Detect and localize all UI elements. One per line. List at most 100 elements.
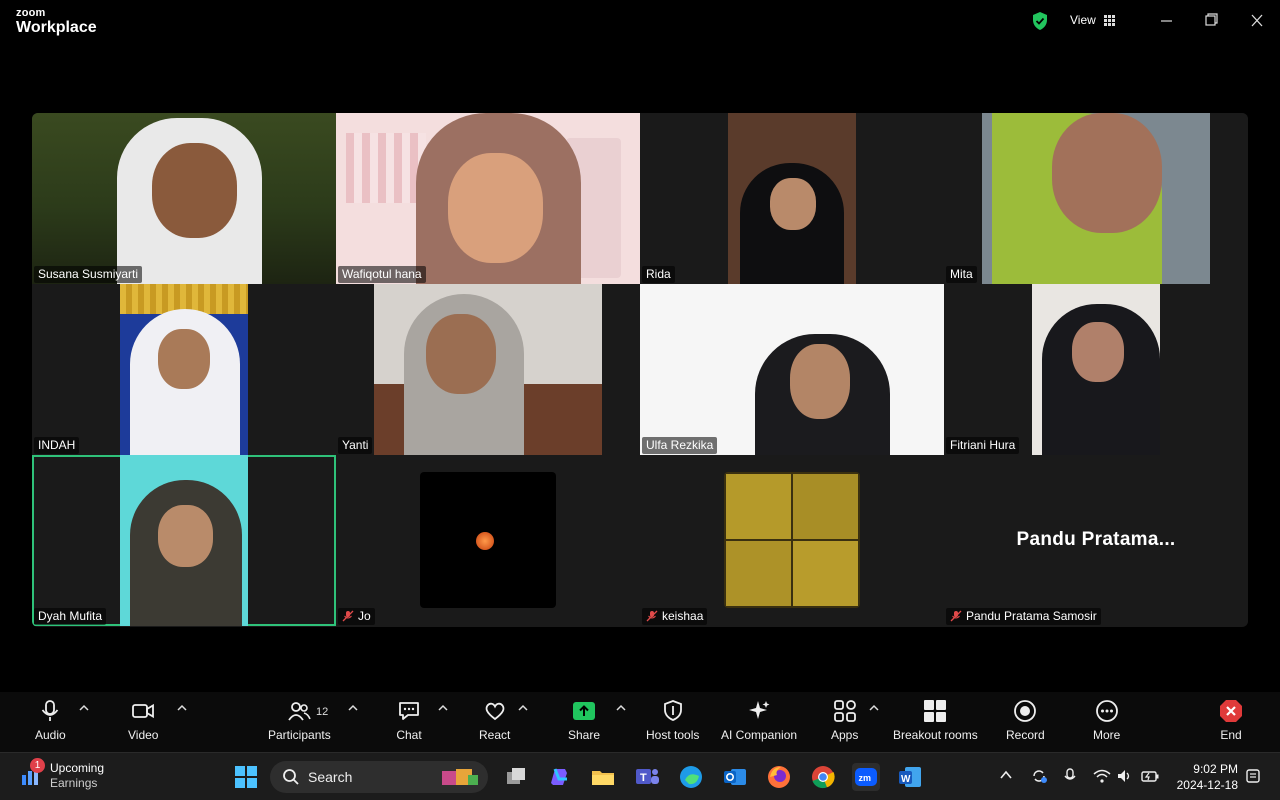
- breakout-rooms-button[interactable]: Breakout rooms: [893, 698, 978, 748]
- apps-options-caret-icon[interactable]: [869, 704, 879, 712]
- participant-avatar: [420, 472, 556, 608]
- zoom-app-icon[interactable]: zm: [852, 763, 880, 791]
- notification-badge: 1: [30, 758, 45, 773]
- meeting-toolbar: Audio Video Participants 12 Chat React S…: [0, 692, 1280, 752]
- clock-time: 9:02 PM: [1193, 762, 1238, 776]
- video-tile[interactable]: Fitriani Hura: [944, 284, 1248, 455]
- participants-count: 12: [316, 706, 329, 718]
- battery-icon[interactable]: [1140, 767, 1160, 785]
- react-button[interactable]: React: [479, 698, 510, 748]
- video-tile[interactable]: Wafiqotul hana: [336, 113, 640, 284]
- ai-companion-button[interactable]: AI Companion: [721, 698, 797, 748]
- chat-options-caret-icon[interactable]: [438, 704, 448, 712]
- audio-button[interactable]: Audio: [35, 698, 66, 748]
- chat-label: Chat: [396, 728, 422, 742]
- view-label: View: [1070, 13, 1096, 27]
- react-label: React: [479, 728, 511, 742]
- zoom-logo: zoom Workplace: [16, 8, 97, 36]
- video-tile[interactable]: Pandu Pratama... Pandu Pratama Samosir: [944, 455, 1248, 626]
- file-explorer-icon[interactable]: [589, 763, 617, 791]
- title-bar: zoom Workplace View: [0, 0, 1280, 44]
- participants-label: Participants: [268, 728, 331, 742]
- teams-icon[interactable]: T: [633, 763, 661, 791]
- participant-name-label: Fitriani Hura: [946, 437, 1020, 454]
- video-tile-active-speaker[interactable]: Dyah Mufita: [32, 455, 336, 626]
- participant-video: [1032, 284, 1160, 455]
- close-icon[interactable]: [1245, 10, 1269, 32]
- apps-button[interactable]: Apps: [831, 698, 858, 748]
- host-shield-icon: [663, 700, 682, 721]
- word-icon[interactable]: W: [896, 763, 924, 791]
- notifications-icon[interactable]: [1244, 767, 1262, 785]
- outlook-icon[interactable]: [721, 763, 749, 791]
- video-gallery: Susana Susmiyarti Wafiqotul hana Rida Mi…: [32, 113, 1248, 627]
- sparkle-icon: [749, 701, 770, 719]
- sync-icon[interactable]: [1030, 767, 1048, 785]
- share-screen-icon: [573, 702, 596, 720]
- gallery-grid-icon: [1103, 14, 1115, 26]
- video-tile[interactable]: Ulfa Rezkika: [640, 284, 944, 455]
- wifi-icon[interactable]: [1093, 767, 1111, 785]
- apps-icon: [833, 700, 856, 722]
- mic-muted-icon: [950, 610, 962, 622]
- video-tile[interactable]: keishaa: [640, 455, 944, 626]
- heart-icon: [485, 702, 505, 721]
- chevron-up-icon[interactable]: [998, 767, 1014, 783]
- mic-muted-icon: [342, 610, 354, 622]
- windows-start-icon[interactable]: [232, 763, 260, 791]
- widget-subtitle: Earnings: [50, 776, 98, 790]
- video-label: Video: [128, 728, 159, 742]
- chrome-icon[interactable]: [809, 763, 837, 791]
- participant-video: [32, 113, 336, 284]
- participant-video: [728, 113, 856, 284]
- participant-name-label: Ulfa Rezkika: [642, 437, 718, 454]
- firefox-icon[interactable]: [765, 763, 793, 791]
- more-button[interactable]: More: [1093, 698, 1120, 748]
- svg-text:W: W: [901, 774, 911, 785]
- audio-options-caret-icon[interactable]: [79, 704, 89, 712]
- task-view-icon[interactable]: [502, 763, 530, 791]
- record-button[interactable]: Record: [1006, 698, 1045, 748]
- copilot-icon[interactable]: [545, 763, 573, 791]
- react-options-caret-icon[interactable]: [518, 704, 528, 712]
- end-meeting-button[interactable]: End: [1218, 698, 1244, 748]
- breakout-rooms-label: Breakout rooms: [893, 728, 978, 742]
- participant-video: [982, 113, 1210, 284]
- share-options-caret-icon[interactable]: [616, 704, 626, 712]
- taskbar-search[interactable]: Search: [270, 761, 488, 793]
- video-tile[interactable]: Mita: [944, 113, 1248, 284]
- maximize-icon[interactable]: [1199, 10, 1223, 32]
- minimize-icon[interactable]: [1155, 10, 1179, 32]
- system-clock[interactable]: 9:02 PM 2024-12-18: [1170, 761, 1238, 793]
- encryption-shield-icon[interactable]: [1031, 11, 1049, 31]
- participant-video: [336, 113, 640, 284]
- video-tile[interactable]: INDAH: [32, 284, 336, 455]
- brand-bottom: Workplace: [16, 19, 97, 36]
- audio-label: Audio: [35, 728, 66, 742]
- breakout-rooms-icon: [924, 700, 947, 722]
- participant-video: [374, 284, 602, 455]
- ai-companion-label: AI Companion: [721, 728, 798, 742]
- volume-icon[interactable]: [1116, 767, 1134, 785]
- participant-name-label: Mita: [946, 266, 977, 283]
- search-icon: [283, 769, 299, 785]
- edge-browser-icon[interactable]: [677, 763, 705, 791]
- chat-button[interactable]: Chat: [396, 698, 422, 748]
- video-tile[interactable]: Susana Susmiyarti: [32, 113, 336, 284]
- host-tools-button[interactable]: Host tools: [646, 698, 699, 748]
- video-button[interactable]: Video: [128, 698, 158, 748]
- participant-name-label: Dyah Mufita: [34, 608, 107, 625]
- video-tile[interactable]: Jo: [336, 455, 640, 626]
- chat-icon: [399, 702, 419, 720]
- participant-name-label: Rida: [642, 266, 675, 283]
- video-tile[interactable]: Rida: [640, 113, 944, 284]
- participant-name-label: Pandu Pratama Samosir: [946, 608, 1101, 625]
- video-options-caret-icon[interactable]: [177, 704, 187, 712]
- end-label: End: [1220, 728, 1242, 742]
- view-button[interactable]: View: [1070, 13, 1115, 27]
- video-tile[interactable]: Yanti: [336, 284, 640, 455]
- video-camera-icon: [132, 703, 155, 719]
- participants-options-caret-icon[interactable]: [348, 704, 358, 712]
- share-button[interactable]: Share: [568, 698, 600, 748]
- tray-microphone-icon[interactable]: [1062, 767, 1078, 785]
